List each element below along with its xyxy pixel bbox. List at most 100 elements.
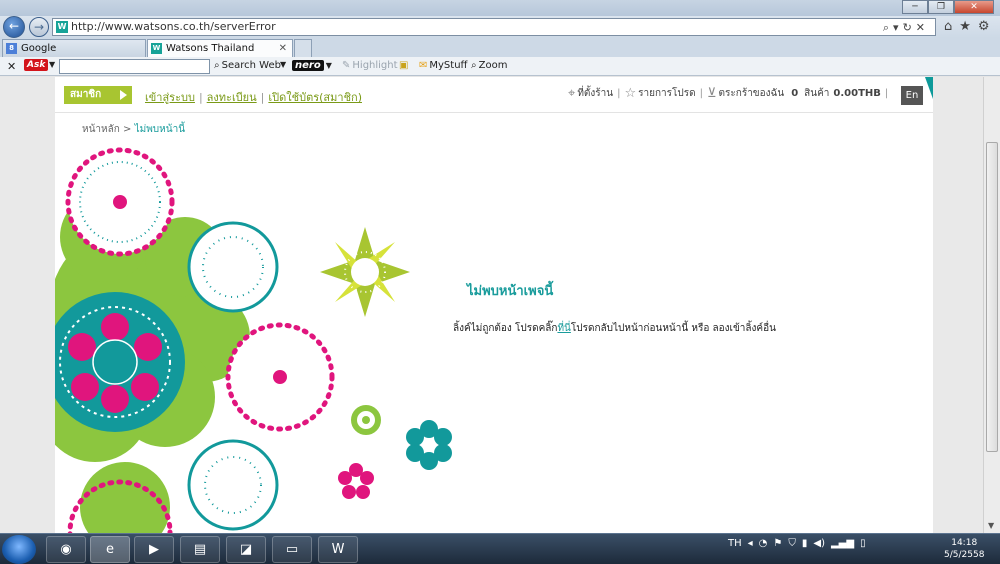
highlight-label: Highlight <box>352 60 398 71</box>
pink-dotted-ring-top <box>65 147 175 257</box>
system-tray: TH ◂ ◔ ⚑ ⛉ ▮ ◀) ▂▄▆ ▯ <box>728 538 866 549</box>
login-link[interactable]: เข้าสู่ระบบ <box>145 91 195 104</box>
search-dropdown-icon[interactable]: ▼ <box>280 60 286 69</box>
tab-google[interactable]: 8 Google <box>2 39 146 57</box>
ask-logo: Ask <box>24 59 49 71</box>
tray-app-icon[interactable]: ◔ <box>759 538 768 549</box>
taskbar-clock[interactable]: 14:18 5/5/2558 <box>944 537 984 561</box>
notes-button[interactable]: ▣ <box>399 60 408 71</box>
new-tab-button[interactable] <box>294 39 312 57</box>
basket-icon: ⊻ <box>707 86 717 101</box>
close-tab-icon[interactable]: ✕ <box>279 40 287 57</box>
ask-dropdown-icon[interactable]: ▼ <box>49 60 55 69</box>
member-badge-label: สมาชิก <box>70 89 102 100</box>
close-toolbar-icon[interactable]: ✕ <box>7 60 16 73</box>
cart-total: 0.00THB <box>833 88 881 99</box>
cart-items-label: สินค้า <box>804 88 830 99</box>
tray-flag-icon[interactable]: ⚑ <box>773 538 782 549</box>
tray-shield-icon[interactable]: ⛉ <box>788 538 796 549</box>
pink-dotted-ring-middle <box>225 322 335 432</box>
search-web-label: Search Web <box>221 60 281 71</box>
search-icon[interactable]: ⌕ <box>883 21 893 34</box>
address-bar[interactable]: W http://www.watsons.co.th/serverError ⌕… <box>52 18 936 36</box>
tab-watsons[interactable]: W Watsons Thailand ✕ <box>147 39 293 57</box>
wishlist-link[interactable]: รายการโปรด <box>638 86 695 101</box>
zoom-icon: ⌕ <box>471 60 477 71</box>
error-message-text-2: โปรดกลับไปหน้าก่อนหน้านี้ หรือ ลองเข้าลิ… <box>570 323 776 334</box>
minimize-button[interactable]: ─ <box>902 0 928 14</box>
arrow-right-icon <box>120 90 127 100</box>
vertical-scrollbar[interactable]: ▼ <box>983 77 1000 533</box>
language-toggle-button[interactable]: En <box>901 86 923 105</box>
taskbar-app-icon[interactable]: ◪ <box>226 536 266 563</box>
search-icon: ⌕ <box>214 60 220 71</box>
navigation-bar: ← → W http://www.watsons.co.th/serverErr… <box>0 16 1000 38</box>
dropdown-icon[interactable]: ▾ <box>893 21 903 34</box>
zoom-button[interactable]: ⌕ Zoom <box>471 60 507 71</box>
browser-icons: ⌂ ★ ⚙ <box>944 19 990 34</box>
here-link[interactable]: ที่นี่ <box>557 323 570 334</box>
language-indicator[interactable]: TH <box>728 538 742 549</box>
close-window-button[interactable]: ✕ <box>954 0 994 14</box>
scroll-thumb[interactable] <box>986 142 998 452</box>
cart-count: 0 <box>791 88 799 99</box>
taskbar-media-player-icon[interactable]: ▶ <box>134 536 174 563</box>
taskbar-word-icon[interactable]: W <box>318 536 358 563</box>
tab-label: Watsons Thailand <box>166 43 255 54</box>
breadcrumb-home[interactable]: หน้าหลัก <box>82 124 120 135</box>
site-header: สมาชิก เข้าสู่ระบบ | ลงทะเบียน | เปิดใช้บัตร… <box>55 77 933 113</box>
teal-ring-bottom <box>187 439 279 531</box>
nero-logo: nero <box>292 60 324 71</box>
highlight-button[interactable]: ✎ Highlight <box>342 60 398 71</box>
star-outline-icon: ☆ <box>624 86 637 101</box>
page-viewport: สมาชิก เข้าสู่ระบบ | ลงทะเบียน | เปิดใช้บัตร… <box>0 77 1000 533</box>
taskbar-explorer-folder-icon[interactable]: ▤ <box>180 536 220 563</box>
corner-decoration <box>925 77 933 99</box>
nero-dropdown-icon[interactable]: ▼ <box>326 61 332 70</box>
scroll-down-arrow-icon[interactable]: ▼ <box>988 521 994 530</box>
cart-link[interactable]: ตระกร้าของฉัน <box>719 86 785 101</box>
taskbar-app-camera-icon[interactable]: ◉ <box>46 536 86 563</box>
settings-gear-icon[interactable]: ⚙ <box>978 19 990 34</box>
teal-ring-circle <box>187 221 279 313</box>
window-controls: ─ ❐ ✕ <box>902 0 994 14</box>
mystuff-label: MyStuff <box>429 60 468 71</box>
tray-arrow-icon[interactable]: ◂ <box>748 538 753 549</box>
forward-button[interactable]: → <box>29 17 49 37</box>
nero-button[interactable]: nero ▼ <box>292 60 332 71</box>
pink-small-flower <box>338 463 374 499</box>
decorative-flowers-illustration <box>55 147 452 533</box>
lime-star-flower <box>320 227 410 317</box>
watsons-favicon-icon: W <box>151 43 162 54</box>
address-tools: ⌕▾↻✕ <box>883 20 929 36</box>
activate-card-link[interactable]: เปิดใช้บัตร(สมาชิก) <box>268 91 362 104</box>
refresh-icon[interactable]: ↻ <box>903 21 916 34</box>
tab-label: Google <box>21 43 57 54</box>
restore-button[interactable]: ❐ <box>928 0 954 14</box>
highlight-pen-icon: ✎ <box>342 60 351 71</box>
mystuff-button[interactable]: ✉ MyStuff <box>419 60 467 71</box>
mystuff-icon: ✉ <box>419 60 428 71</box>
store-locator-link[interactable]: ที่ตั้งร้าน <box>577 86 613 101</box>
clock-date: 5/5/2558 <box>944 550 985 560</box>
member-links: เข้าสู่ระบบ | ลงทะเบียน | เปิดใช้บัตร(สมาชิก… <box>145 91 362 104</box>
ask-search-input[interactable] <box>59 59 210 74</box>
home-icon[interactable]: ⌂ <box>944 19 952 34</box>
breadcrumb-current: ไม่พบหน้านี้ <box>134 124 186 135</box>
note-icon: ▣ <box>399 60 409 71</box>
tab-bar: 8 Google W Watsons Thailand ✕ <box>0 38 1000 57</box>
favorites-star-icon[interactable]: ★ <box>959 19 971 34</box>
member-badge[interactable]: สมาชิก <box>64 86 132 104</box>
taskbar-monitor-icon[interactable]: ▭ <box>272 536 312 563</box>
error-message-text-1: ลิ้งค์ไม่ถูกต้อง โปรดคลิ๊ก <box>453 323 558 334</box>
tray-volume-icon[interactable]: ◀) <box>813 538 825 549</box>
search-web-button[interactable]: ⌕ Search Web <box>214 60 281 71</box>
tray-signal-icon[interactable]: ▂▄▆ <box>831 538 854 549</box>
tray-battery-icon[interactable]: ▯ <box>860 538 866 549</box>
tray-network-icon[interactable]: ▮ <box>802 538 808 549</box>
stop-icon[interactable]: ✕ <box>916 21 929 34</box>
register-link[interactable]: ลงทะเบียน <box>207 91 257 104</box>
start-button[interactable] <box>2 535 36 564</box>
taskbar-internet-explorer-icon[interactable]: e <box>90 536 130 563</box>
back-button[interactable]: ← <box>3 16 25 38</box>
